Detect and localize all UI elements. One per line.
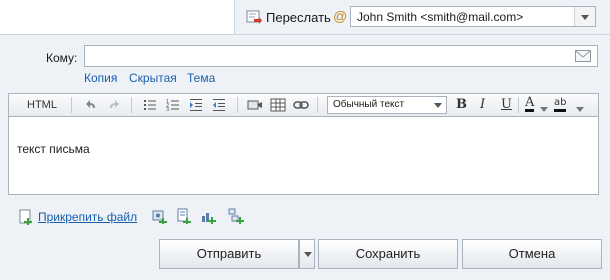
save-button[interactable]: Сохранить xyxy=(318,239,458,269)
message-body-text: текст письма xyxy=(17,142,90,156)
svg-text:3: 3 xyxy=(166,107,169,113)
video-icon[interactable] xyxy=(247,97,263,113)
italic-button[interactable]: I xyxy=(480,97,485,112)
subject-link[interactable]: Тема xyxy=(187,71,215,85)
chevron-down-icon[interactable] xyxy=(574,7,595,26)
cancel-button[interactable]: Отмена xyxy=(462,239,602,269)
underline-button[interactable]: U xyxy=(501,97,512,112)
message-editor[interactable]: текст письма xyxy=(8,117,599,195)
attach-document-icon[interactable] xyxy=(176,208,192,224)
bullet-list-icon[interactable] xyxy=(143,97,157,113)
attach-from-storage-icon[interactable] xyxy=(152,208,168,224)
redo-icon[interactable] xyxy=(108,97,120,113)
to-input[interactable] xyxy=(84,45,598,67)
outdent-icon[interactable] xyxy=(212,97,226,113)
attach-file-link[interactable]: Прикрепить файл xyxy=(38,210,137,224)
cc-link[interactable]: Копия xyxy=(84,71,117,85)
chevron-down-icon[interactable] xyxy=(576,102,584,118)
highlight-color-button[interactable]: ab xyxy=(554,97,567,112)
font-color-button[interactable]: A xyxy=(525,96,535,112)
attach-file-icon[interactable] xyxy=(18,209,34,225)
table-icon[interactable] xyxy=(270,97,286,113)
forward-label[interactable]: Переслать xyxy=(266,10,331,25)
to-label: Кому: xyxy=(46,51,78,65)
text-format-select[interactable]: Обычный текст xyxy=(327,96,447,114)
attach-network-icon[interactable] xyxy=(228,208,244,224)
forward-icon xyxy=(246,10,262,24)
undo-icon[interactable] xyxy=(85,97,97,113)
chevron-down-icon[interactable] xyxy=(540,102,548,118)
bold-button[interactable]: B xyxy=(456,97,467,112)
text-format-value: Обычный текст xyxy=(333,99,405,110)
numbered-list-icon[interactable]: 1 2 3 xyxy=(166,97,180,113)
at-icon: @ xyxy=(333,8,348,24)
toolbar-separator xyxy=(518,97,519,113)
send-options-dropdown[interactable] xyxy=(299,239,315,269)
toolbar-separator xyxy=(131,97,132,113)
toolbar-separator xyxy=(317,97,318,113)
indent-icon[interactable] xyxy=(189,97,203,113)
bcc-link[interactable]: Скрытая xyxy=(129,71,177,85)
attach-chart-icon[interactable] xyxy=(201,208,217,224)
toolbar-separator xyxy=(237,97,238,113)
toolbar-separator xyxy=(71,97,72,113)
address-book-icon[interactable] xyxy=(575,50,591,62)
editor-toolbar: HTML 1 2 3 Обычный текст B I U A ab xyxy=(8,93,599,117)
link-icon[interactable] xyxy=(293,97,309,113)
from-value: John Smith <smith@mail.com> xyxy=(357,10,524,24)
from-select[interactable]: John Smith <smith@mail.com> xyxy=(350,6,596,27)
html-mode-button[interactable]: HTML xyxy=(27,99,57,115)
send-button[interactable]: Отправить xyxy=(159,239,299,269)
